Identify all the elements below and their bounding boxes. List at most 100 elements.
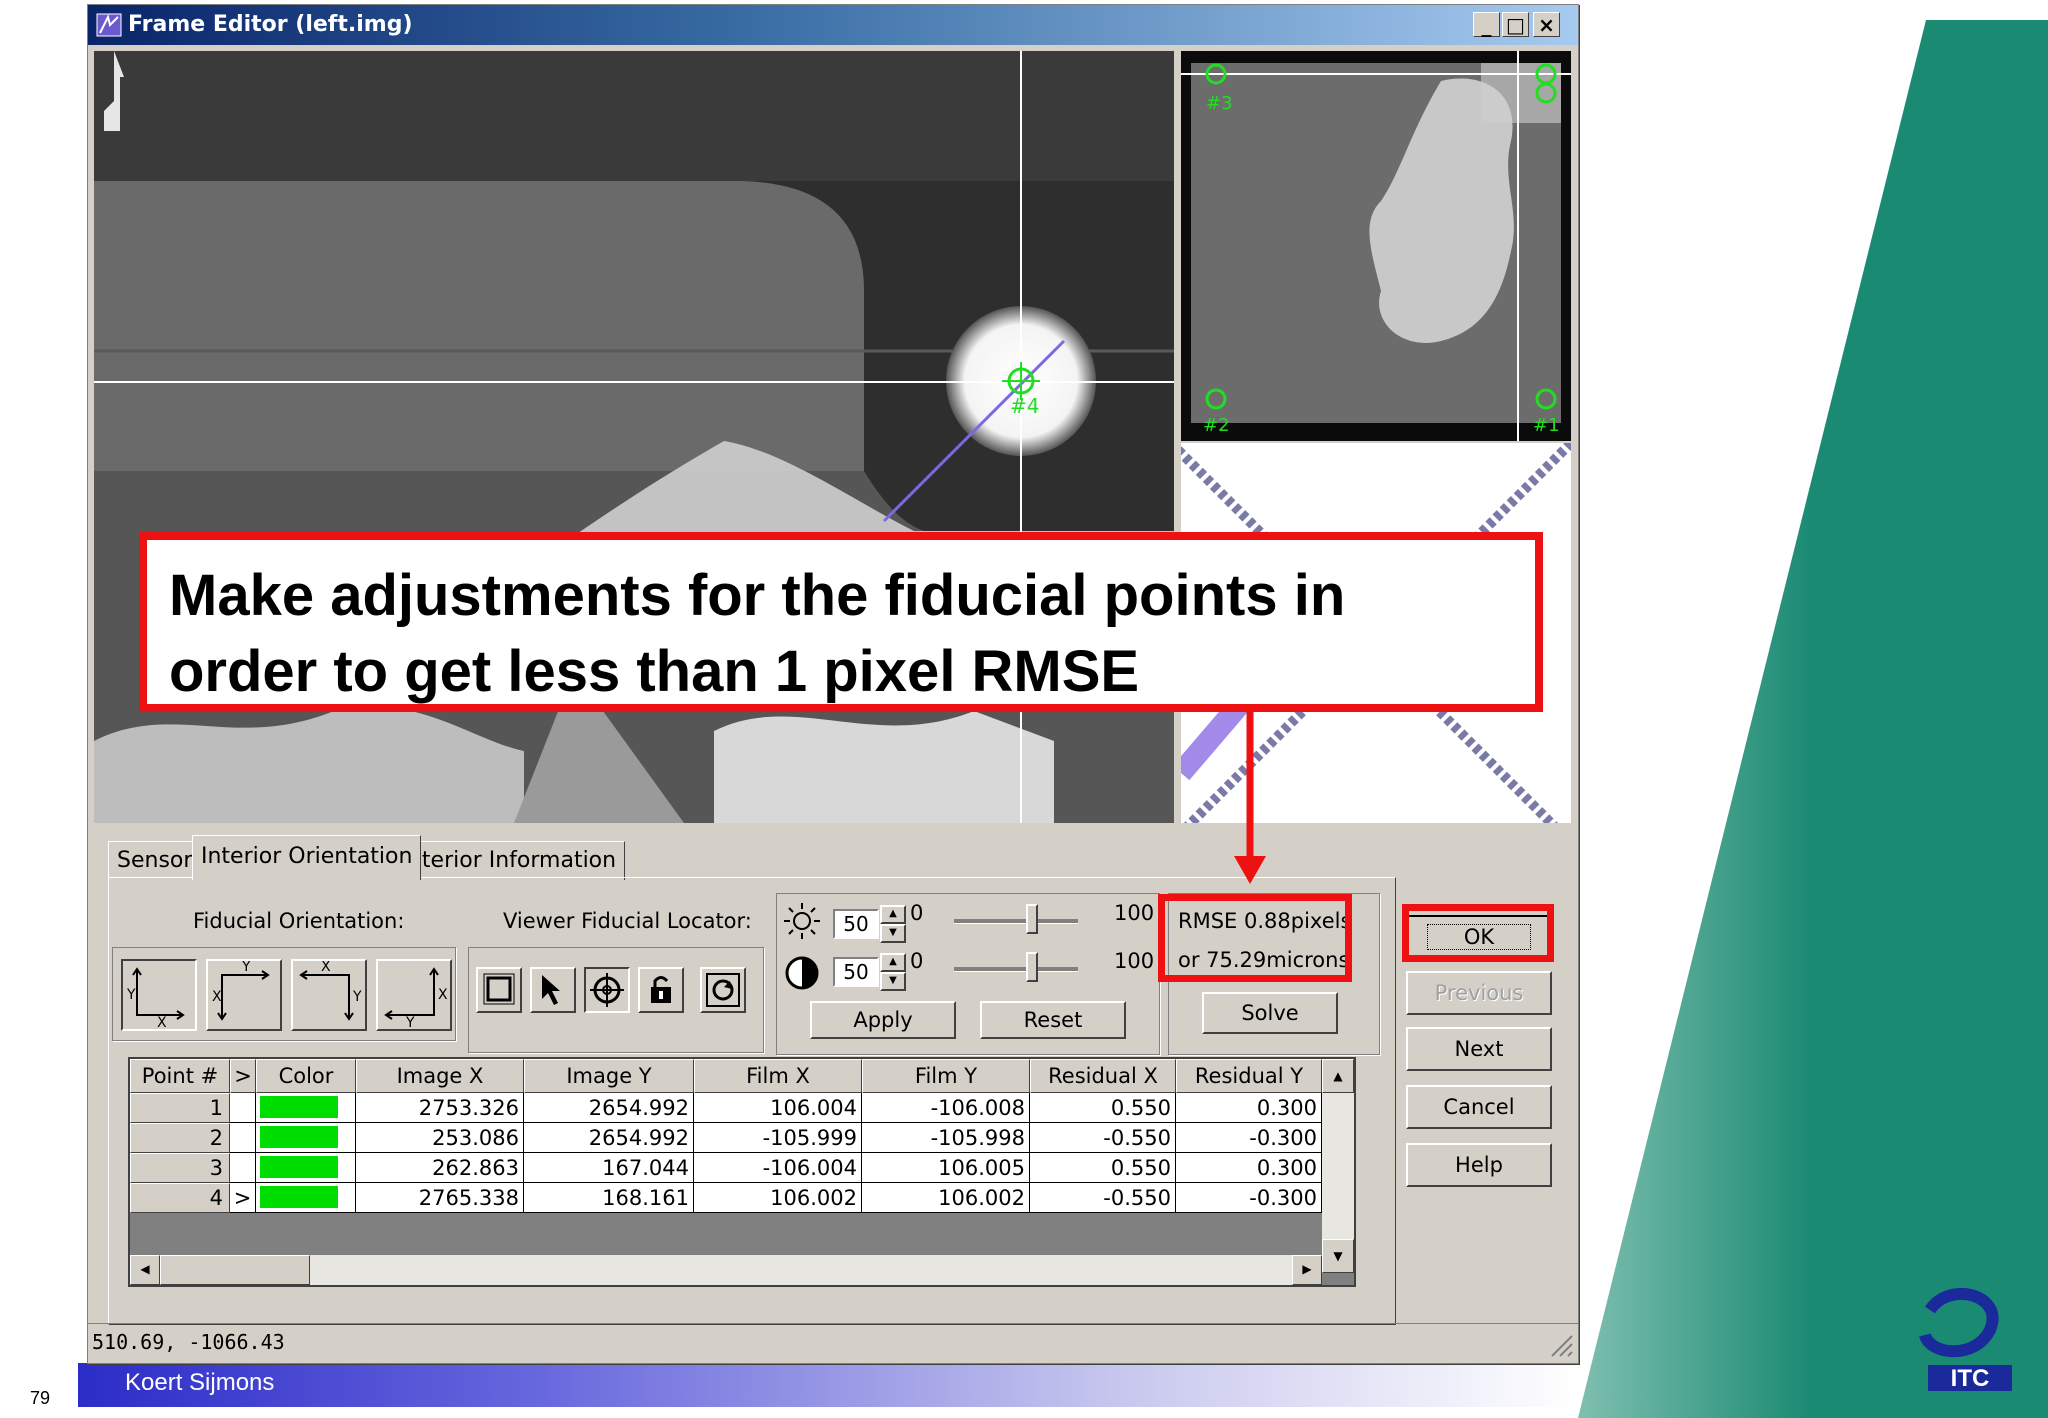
row-color-cell[interactable] — [256, 1183, 356, 1213]
previous-button[interactable]: Previous — [1406, 971, 1552, 1015]
axis-orientation-icon: XY — [299, 959, 362, 1021]
svg-text:X: X — [157, 1015, 167, 1029]
svg-text:Y: Y — [405, 1015, 415, 1029]
row-film-x[interactable]: -106.004 — [694, 1153, 862, 1183]
row-color-cell[interactable] — [256, 1093, 356, 1123]
col-film-x[interactable]: Film X — [694, 1059, 862, 1093]
instruction-callout: Make adjustments for the fiducial points… — [139, 532, 1543, 712]
row-color-swatch — [260, 1186, 338, 1208]
window-app-icon — [96, 13, 122, 37]
contrast-up-button[interactable]: ▲ — [880, 953, 906, 972]
svg-text:Y: Y — [352, 989, 362, 1005]
row-image-y[interactable]: 2654.992 — [524, 1123, 694, 1153]
tab-sensor[interactable]: Sensor — [108, 841, 202, 880]
help-button[interactable]: Help — [1406, 1143, 1552, 1187]
tab-exterior-information[interactable]: Exterior Information — [386, 841, 626, 880]
svg-text:Y: Y — [241, 961, 251, 975]
brightness-slider-track[interactable] — [954, 919, 1078, 924]
row-point: 3 — [130, 1153, 230, 1183]
col-color[interactable]: Color — [256, 1059, 356, 1093]
col-point[interactable]: Point # — [130, 1059, 230, 1093]
fiducial-orientation-option-4[interactable]: XY — [376, 959, 452, 1031]
apply-button[interactable]: Apply — [810, 1001, 956, 1039]
svg-text:X: X — [212, 989, 222, 1005]
slide-page-number: 79 — [30, 1388, 51, 1408]
slide-author: Koert Sijmons — [125, 1369, 275, 1396]
fiducial-table: Point # > Color Image X Image Y Film X F… — [128, 1057, 1356, 1287]
row-film-x[interactable]: -105.999 — [694, 1123, 862, 1153]
reset-button[interactable]: Reset — [980, 1001, 1126, 1039]
col-film-y[interactable]: Film Y — [862, 1059, 1030, 1093]
col-image-x[interactable]: Image X — [356, 1059, 524, 1093]
row-film-y[interactable]: 106.002 — [862, 1183, 1030, 1213]
contrast-slider-thumb[interactable] — [1026, 952, 1038, 982]
tab-interior-orientation[interactable]: Interior Orientation — [192, 835, 422, 880]
status-bar: 510.69, -1066.43 — [88, 1323, 1578, 1362]
row-color-cell[interactable] — [256, 1123, 356, 1153]
scroll-left-icon[interactable]: ◀ — [130, 1255, 160, 1285]
brightness-input[interactable]: 50 — [833, 909, 879, 939]
horizontal-scroll-thumb[interactable] — [160, 1255, 310, 1285]
row-image-x[interactable]: 2753.326 — [356, 1093, 524, 1123]
row-image-x[interactable]: 262.863 — [356, 1153, 524, 1183]
fiducial-orientation-option-3[interactable]: XY — [291, 959, 367, 1031]
row-image-x[interactable]: 2765.338 — [356, 1183, 524, 1213]
slide-footer-bar — [78, 1363, 1578, 1407]
row-color-cell[interactable] — [256, 1153, 356, 1183]
col-image-y[interactable]: Image Y — [524, 1059, 694, 1093]
fiducial-orientation-option-1[interactable]: YX — [121, 959, 197, 1031]
contrast-input[interactable]: 50 — [833, 957, 879, 987]
select-arrow-icon[interactable] — [530, 967, 576, 1013]
col-marker[interactable]: > — [230, 1059, 256, 1093]
close-icon[interactable]: × — [1533, 12, 1560, 37]
fit-view-icon[interactable] — [476, 967, 522, 1013]
scroll-up-icon[interactable]: ▲ — [1322, 1059, 1354, 1093]
callout-arrow — [1234, 712, 1266, 884]
brightness-down-button[interactable]: ▼ — [880, 924, 906, 943]
overview-canvas: #3 #2 #1 — [1181, 51, 1571, 441]
contrast-slider-track[interactable] — [954, 967, 1078, 972]
next-button[interactable]: Next — [1406, 1027, 1552, 1071]
row-residual-x: 0.550 — [1030, 1093, 1176, 1123]
cancel-button[interactable]: Cancel — [1406, 1085, 1552, 1129]
row-film-x[interactable]: 106.004 — [694, 1093, 862, 1123]
vertical-scrollbar[interactable] — [1322, 1093, 1354, 1239]
title-bar[interactable]: Frame Editor (left.img) _ □ × — [88, 5, 1578, 45]
contrast-min-label: 0 — [910, 949, 924, 973]
callout-text: Make adjustments for the fiducial points… — [169, 558, 1529, 710]
row-image-y[interactable]: 2654.992 — [524, 1093, 694, 1123]
contrast-down-button[interactable]: ▼ — [880, 972, 906, 991]
overview-viewer[interactable]: #3 #2 #1 — [1181, 51, 1571, 441]
row-film-x[interactable]: 106.002 — [694, 1183, 862, 1213]
fiducial-orientation-option-2[interactable]: XY — [206, 959, 282, 1031]
overview-label-3: #3 — [1206, 93, 1233, 114]
rotate-view-icon[interactable] — [700, 967, 746, 1013]
row-image-y[interactable]: 168.161 — [524, 1183, 694, 1213]
scroll-right-icon[interactable]: ▶ — [1292, 1255, 1322, 1285]
solve-button[interactable]: Solve — [1202, 992, 1338, 1034]
row-film-y[interactable]: -106.008 — [862, 1093, 1030, 1123]
lock-icon[interactable] — [638, 967, 684, 1013]
row-point: 4 — [130, 1183, 230, 1213]
svg-text:Y: Y — [126, 987, 136, 1003]
logo-text: ITC — [1951, 1365, 1990, 1392]
minimize-icon[interactable]: _ — [1473, 12, 1500, 37]
crosshair-icon[interactable] — [584, 967, 630, 1013]
col-residual-x[interactable]: Residual X — [1030, 1059, 1176, 1093]
contrast-icon — [785, 956, 819, 990]
brightness-min-label: 0 — [910, 901, 924, 925]
col-residual-y[interactable]: Residual Y — [1176, 1059, 1322, 1093]
row-image-x[interactable]: 253.086 — [356, 1123, 524, 1153]
row-film-y[interactable]: -105.998 — [862, 1123, 1030, 1153]
row-image-y[interactable]: 167.044 — [524, 1153, 694, 1183]
maximize-icon[interactable]: □ — [1502, 12, 1529, 37]
scroll-down-icon[interactable]: ▼ — [1322, 1239, 1354, 1273]
ok-highlight-box — [1402, 904, 1554, 962]
row-film-y[interactable]: 106.005 — [862, 1153, 1030, 1183]
window-title: Frame Editor (left.img) — [128, 12, 413, 37]
brightness-up-button[interactable]: ▲ — [880, 905, 906, 924]
brightness-slider-thumb[interactable] — [1026, 904, 1038, 934]
row-marker: > — [230, 1183, 256, 1213]
row-residual-x: -0.550 — [1030, 1183, 1176, 1213]
resize-grip-icon[interactable] — [1548, 1332, 1574, 1358]
